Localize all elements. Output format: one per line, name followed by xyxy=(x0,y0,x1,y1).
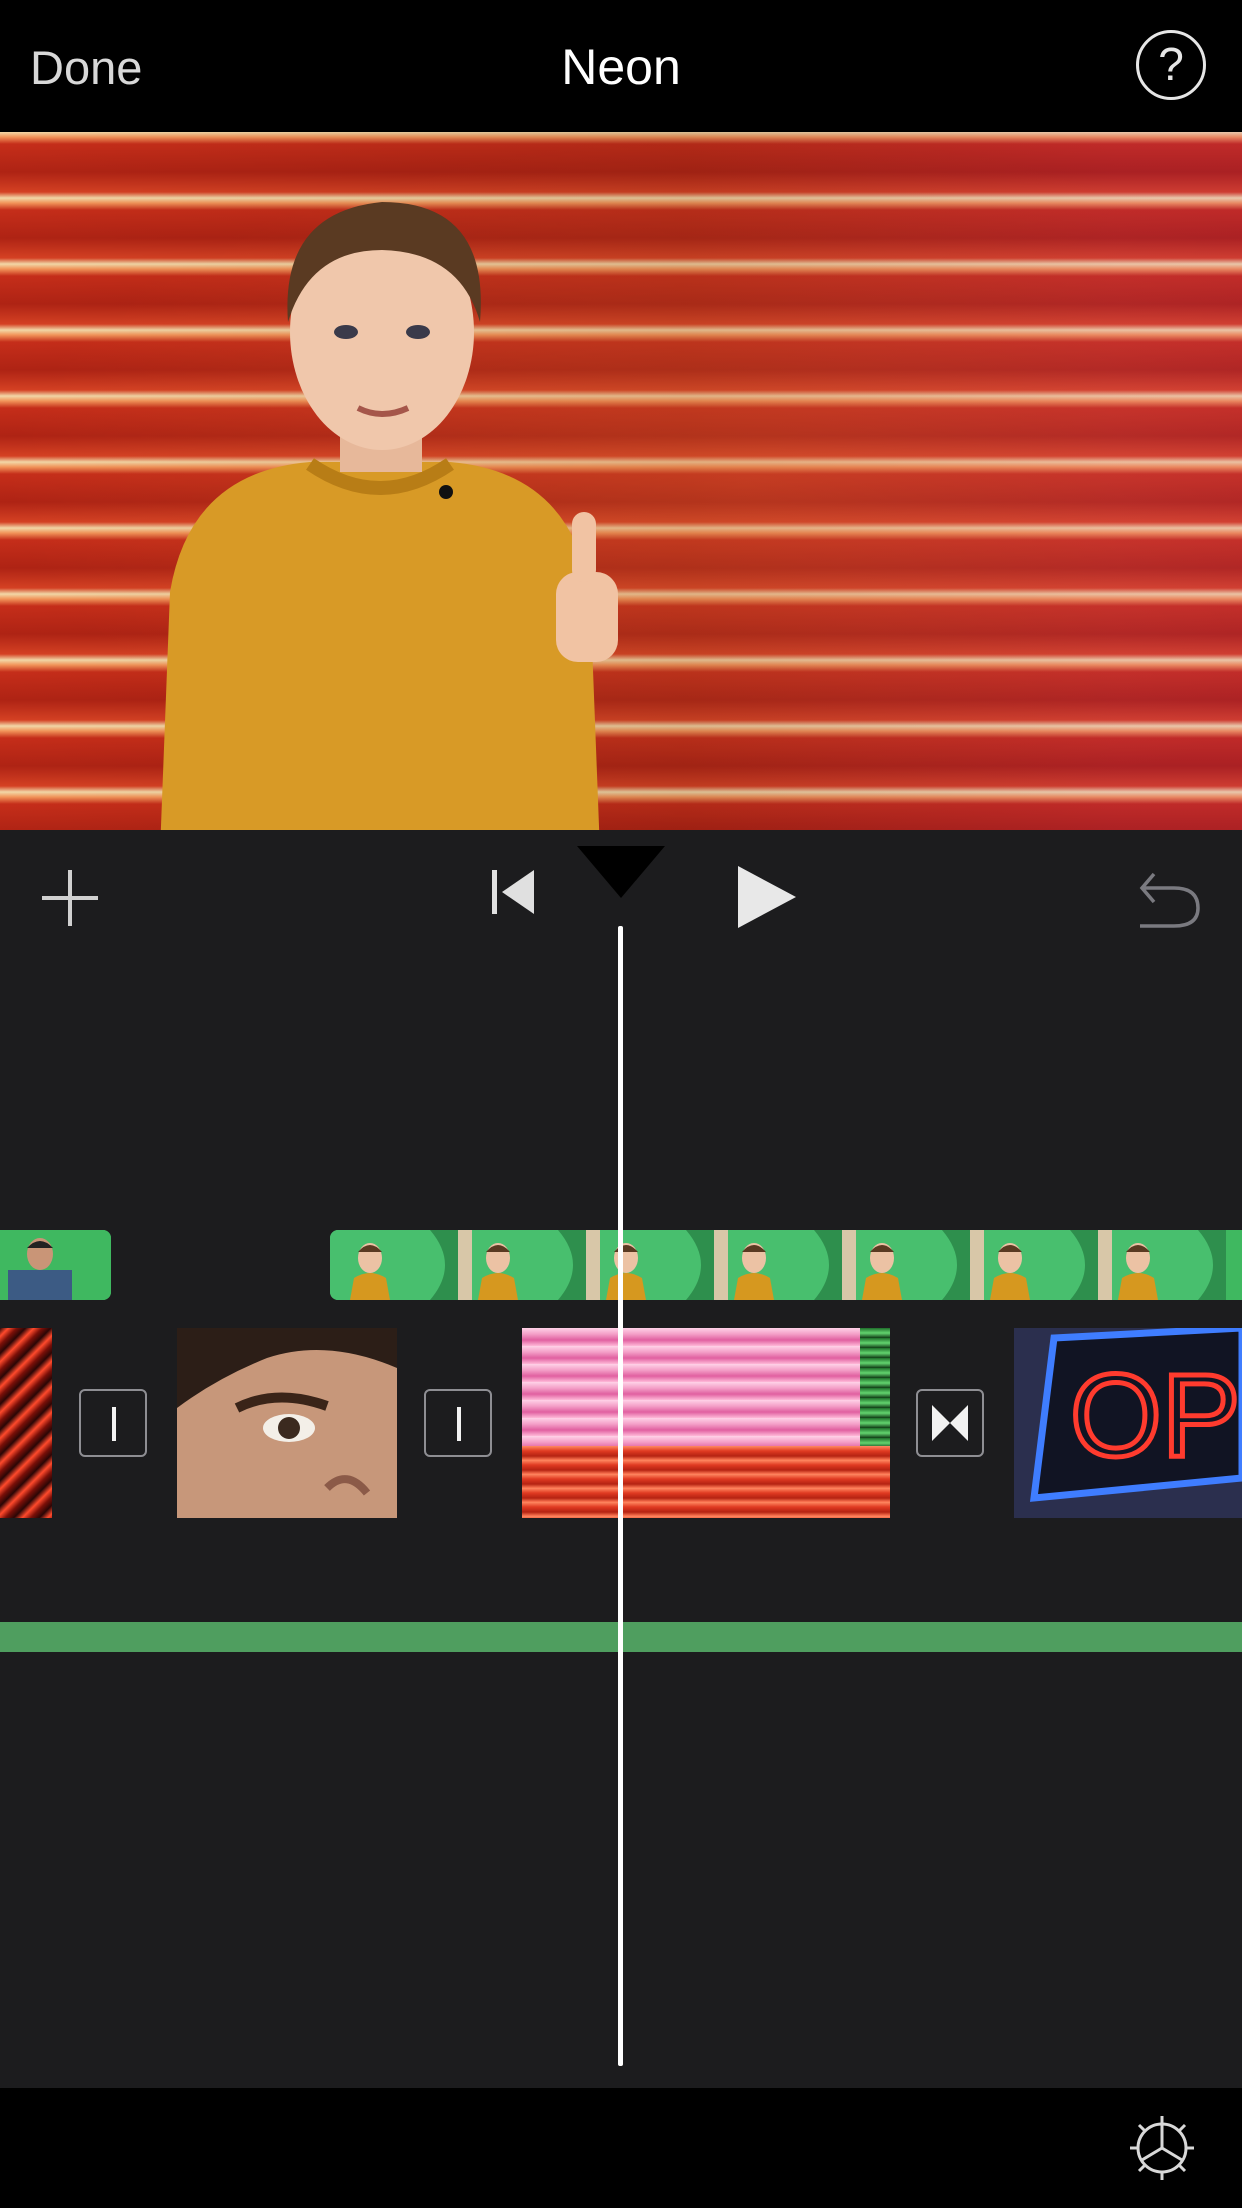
face-closeup-thumbnail xyxy=(177,1328,397,1518)
clip-thumbnail xyxy=(714,1230,842,1300)
skip-to-start-icon[interactable] xyxy=(490,866,540,918)
gear-icon[interactable] xyxy=(1126,2112,1198,2184)
clip-thumbnail xyxy=(330,1230,458,1300)
green-screen-clip-b[interactable] xyxy=(330,1230,1242,1300)
video-clip-open-sign[interactable]: OPE xyxy=(1014,1328,1242,1518)
open-sign-text: OPE xyxy=(1070,1350,1242,1482)
clip-lower-neon xyxy=(522,1446,890,1518)
top-navigation-bar: Done Neon ? xyxy=(0,0,1242,132)
transition-button[interactable] xyxy=(916,1389,984,1457)
transition-button[interactable] xyxy=(79,1389,147,1457)
video-clip-neon-red[interactable] xyxy=(0,1328,52,1518)
transition-button[interactable] xyxy=(424,1389,492,1457)
bottom-toolbar xyxy=(0,2088,1242,2208)
clip-thumbnail xyxy=(1098,1230,1226,1300)
project-title: Neon xyxy=(561,39,681,95)
plus-icon[interactable] xyxy=(40,868,100,928)
clip-thumbnail xyxy=(842,1230,970,1300)
playhead[interactable] xyxy=(618,926,623,2066)
playhead-marker xyxy=(577,846,665,898)
transition-none-icon xyxy=(112,1407,116,1441)
play-icon[interactable] xyxy=(734,864,798,930)
clip-green-strip xyxy=(860,1328,890,1446)
help-button[interactable]: ? xyxy=(1136,30,1206,100)
transition-none-icon xyxy=(457,1407,461,1441)
clip-thumbnail xyxy=(0,1230,111,1300)
clip-thumbnail xyxy=(586,1230,714,1300)
video-clip-face-closeup[interactable] xyxy=(177,1328,397,1518)
video-clip-neon-pink[interactable] xyxy=(522,1328,890,1518)
presenter-figure xyxy=(160,202,618,830)
green-screen-clip-a[interactable] xyxy=(0,1230,111,1300)
open-sign-thumbnail: OPE xyxy=(1014,1328,1242,1518)
cross-dissolve-icon xyxy=(932,1405,968,1441)
undo-icon[interactable] xyxy=(1134,864,1204,930)
video-preview[interactable] xyxy=(0,132,1242,830)
clip-thumbnail xyxy=(970,1230,1098,1300)
clip-thumbnail xyxy=(458,1230,586,1300)
